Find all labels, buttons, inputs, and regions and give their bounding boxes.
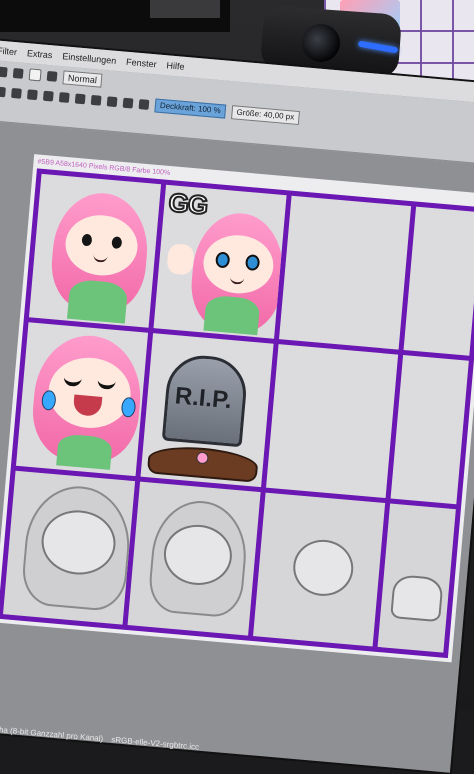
rip-label: R.I.P. — [173, 382, 233, 415]
move-tool-icon[interactable] — [58, 92, 70, 103]
brush-tool-icon[interactable] — [0, 86, 6, 98]
blend-mode-select[interactable]: Normal — [62, 70, 103, 88]
emote-gg: GG — [153, 184, 287, 339]
opacity-field[interactable]: Deckkraft: 100 % — [154, 98, 227, 119]
transform-tool-icon[interactable] — [74, 93, 86, 105]
selection-tool-icon[interactable] — [90, 94, 102, 106]
emote-grid[interactable]: GG R.I.P. — [0, 168, 474, 659]
emote-smile — [28, 173, 162, 328]
second-monitor-screen — [150, 0, 220, 18]
emote-empty-slot — [403, 206, 474, 356]
krita-window: Filter Extras Einstellungen Fenster Hilf… — [0, 40, 474, 773]
emote-shirt — [67, 278, 129, 324]
open-file-icon[interactable] — [12, 67, 24, 79]
brush-preset-icon[interactable] — [46, 70, 58, 82]
refresh-icon[interactable] — [138, 99, 150, 110]
emote-empty-slot — [278, 195, 411, 350]
menu-filter[interactable]: Filter — [0, 46, 17, 58]
sketch-cat — [389, 574, 444, 623]
save-icon[interactable] — [28, 68, 42, 82]
menu-extras[interactable]: Extras — [27, 48, 53, 60]
fill-tool-icon[interactable] — [26, 89, 38, 101]
menu-settings[interactable]: Einstellungen — [62, 51, 117, 66]
status-bar: RGB/Alpha (8-bit Ganzzahl pro Kanal) sRG… — [0, 723, 205, 753]
gg-label: GG — [167, 186, 210, 221]
size-field[interactable]: Größe: 40,00 px — [230, 105, 300, 126]
emote-sketch-cat — [377, 503, 456, 653]
emote-sketch-cheer — [3, 470, 136, 625]
emote-cry-laugh — [15, 322, 149, 477]
color-mode-text: RGB/Alpha (8-bit Ganzzahl pro Kanal) — [0, 722, 104, 744]
emote-empty-slot — [265, 344, 398, 499]
sketch-face — [290, 537, 356, 599]
crop-tool-icon[interactable] — [106, 96, 118, 108]
emote-empty-slot — [390, 355, 469, 505]
thumbs-up-hand — [166, 243, 196, 276]
menu-window[interactable]: Fenster — [126, 57, 157, 70]
color-profile-text: sRGB-elle-V2-srgbtrc.icc — [110, 735, 200, 752]
gradient-tool-icon[interactable] — [42, 90, 54, 102]
tombstone: R.I.P. — [162, 352, 250, 448]
emote-sketch-celebrate — [252, 492, 385, 647]
webcam-lens — [302, 24, 340, 62]
emote-rip: R.I.P. — [140, 333, 274, 488]
emote-sketch-wave — [127, 481, 261, 636]
new-file-icon[interactable] — [0, 66, 8, 78]
menu-help[interactable]: Hilfe — [166, 60, 185, 72]
second-monitor — [0, 0, 230, 32]
mirror-icon[interactable] — [122, 97, 134, 109]
eraser-tool-icon[interactable] — [11, 87, 22, 99]
